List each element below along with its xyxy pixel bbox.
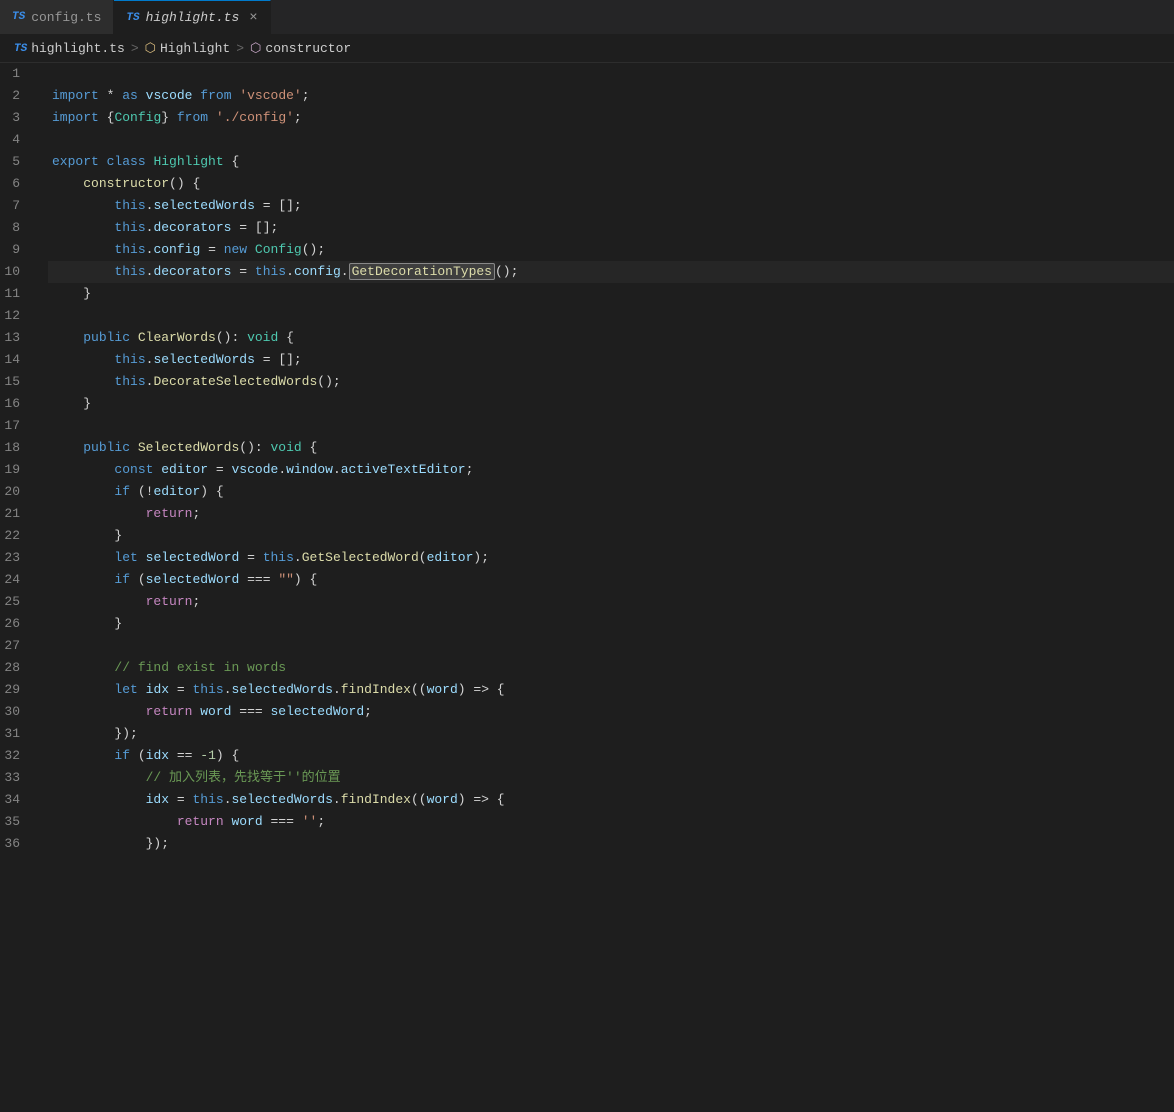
breadcrumb-sep-2: > (236, 41, 244, 56)
ln-24: 24 (0, 569, 36, 591)
ln-1: 1 (0, 63, 36, 85)
ts-icon-highlight: TS (126, 12, 139, 24)
breadcrumb-class[interactable]: Highlight (160, 41, 230, 56)
code-line-11: } (48, 283, 1174, 305)
ln-17: 17 (0, 415, 36, 437)
code-line-12 (48, 305, 1174, 327)
code-line-27 (48, 635, 1174, 657)
ln-12: 12 (0, 305, 36, 327)
code-line-29: let idx = this.selectedWords.findIndex((… (48, 679, 1174, 701)
ln-33: 33 (0, 767, 36, 789)
code-lines[interactable]: import * as vscode from 'vscode'; import… (48, 63, 1174, 1112)
ln-3: 3 (0, 107, 36, 129)
code-line-33: // 加入列表，先找等于''的位置 (48, 767, 1174, 789)
code-line-13: public ClearWords(): void { (48, 327, 1174, 349)
code-line-35: return word === ''; (48, 811, 1174, 833)
ln-27: 27 (0, 635, 36, 657)
line-numbers: 1 2 3 4 5 6 7 8 9 10 11 12 13 14 15 16 1… (0, 63, 48, 1112)
breadcrumb-member[interactable]: constructor (265, 41, 351, 56)
breadcrumb: TS highlight.ts > ⬡ Highlight > ⬡ constr… (0, 35, 1174, 63)
ln-5: 5 (0, 151, 36, 173)
code-line-30: return word === selectedWord; (48, 701, 1174, 723)
code-line-15: this.DecorateSelectedWords(); (48, 371, 1174, 393)
ln-23: 23 (0, 547, 36, 569)
ln-35: 35 (0, 811, 36, 833)
code-line-2: import * as vscode from 'vscode'; (48, 85, 1174, 107)
code-line-20: if (!editor) { (48, 481, 1174, 503)
breadcrumb-class-icon: ⬡ (145, 41, 156, 56)
tab-config-label: config.ts (31, 10, 101, 25)
code-line-7: this.selectedWords = []; (48, 195, 1174, 217)
ln-10: 10 (0, 261, 36, 283)
code-line-21: return; (48, 503, 1174, 525)
code-line-23: let selectedWord = this.GetSelectedWord(… (48, 547, 1174, 569)
code-line-8: this.decorators = []; (48, 217, 1174, 239)
code-line-1 (48, 63, 1174, 85)
code-line-6: constructor() { (48, 173, 1174, 195)
code-line-25: return; (48, 591, 1174, 613)
tab-config[interactable]: TS config.ts (0, 0, 114, 34)
code-line-19: const editor = vscode.window.activeTextE… (48, 459, 1174, 481)
ln-14: 14 (0, 349, 36, 371)
ln-4: 4 (0, 129, 36, 151)
ln-28: 28 (0, 657, 36, 679)
ln-34: 34 (0, 789, 36, 811)
ln-11: 11 (0, 283, 36, 305)
ln-2: 2 (0, 85, 36, 107)
ln-22: 22 (0, 525, 36, 547)
breadcrumb-sep-1: > (131, 41, 139, 56)
ln-7: 7 (0, 195, 36, 217)
editor-area: 1 2 3 4 5 6 7 8 9 10 11 12 13 14 15 16 1… (0, 63, 1174, 1112)
ln-18: 18 (0, 437, 36, 459)
ln-32: 32 (0, 745, 36, 767)
ln-13: 13 (0, 327, 36, 349)
ln-16: 16 (0, 393, 36, 415)
code-line-10: this.decorators = this.config.GetDecorat… (48, 261, 1174, 283)
ln-25: 25 (0, 591, 36, 613)
breadcrumb-ts-icon: TS (14, 43, 27, 55)
ln-21: 21 (0, 503, 36, 525)
code-line-4 (48, 129, 1174, 151)
ln-31: 31 (0, 723, 36, 745)
code-line-36: }); (48, 833, 1174, 855)
tab-highlight[interactable]: TS highlight.ts × (114, 0, 270, 34)
code-line-3: import {Config} from './config'; (48, 107, 1174, 129)
code-line-17 (48, 415, 1174, 437)
ln-29: 29 (0, 679, 36, 701)
code-line-26: } (48, 613, 1174, 635)
code-line-32: if (idx == -1) { (48, 745, 1174, 767)
breadcrumb-member-icon: ⬡ (250, 41, 261, 56)
ts-icon-config: TS (12, 11, 25, 23)
ln-30: 30 (0, 701, 36, 723)
ln-9: 9 (0, 239, 36, 261)
ln-20: 20 (0, 481, 36, 503)
ln-36: 36 (0, 833, 36, 855)
tab-bar: TS config.ts TS highlight.ts × (0, 0, 1174, 35)
code-line-16: } (48, 393, 1174, 415)
code-line-34: idx = this.selectedWords.findIndex((word… (48, 789, 1174, 811)
ln-15: 15 (0, 371, 36, 393)
ln-8: 8 (0, 217, 36, 239)
ln-26: 26 (0, 613, 36, 635)
code-container: 1 2 3 4 5 6 7 8 9 10 11 12 13 14 15 16 1… (0, 63, 1174, 1112)
tab-highlight-label: highlight.ts (146, 10, 240, 25)
code-line-9: this.config = new Config(); (48, 239, 1174, 261)
ln-6: 6 (0, 173, 36, 195)
breadcrumb-filename[interactable]: highlight.ts (31, 41, 125, 56)
ln-19: 19 (0, 459, 36, 481)
code-line-22: } (48, 525, 1174, 547)
code-line-5: export class Highlight { (48, 151, 1174, 173)
code-line-14: this.selectedWords = []; (48, 349, 1174, 371)
code-line-28: // find exist in words (48, 657, 1174, 679)
code-line-18: public SelectedWords(): void { (48, 437, 1174, 459)
code-line-24: if (selectedWord === "") { (48, 569, 1174, 591)
close-tab-button[interactable]: × (249, 10, 257, 26)
code-line-31: }); (48, 723, 1174, 745)
